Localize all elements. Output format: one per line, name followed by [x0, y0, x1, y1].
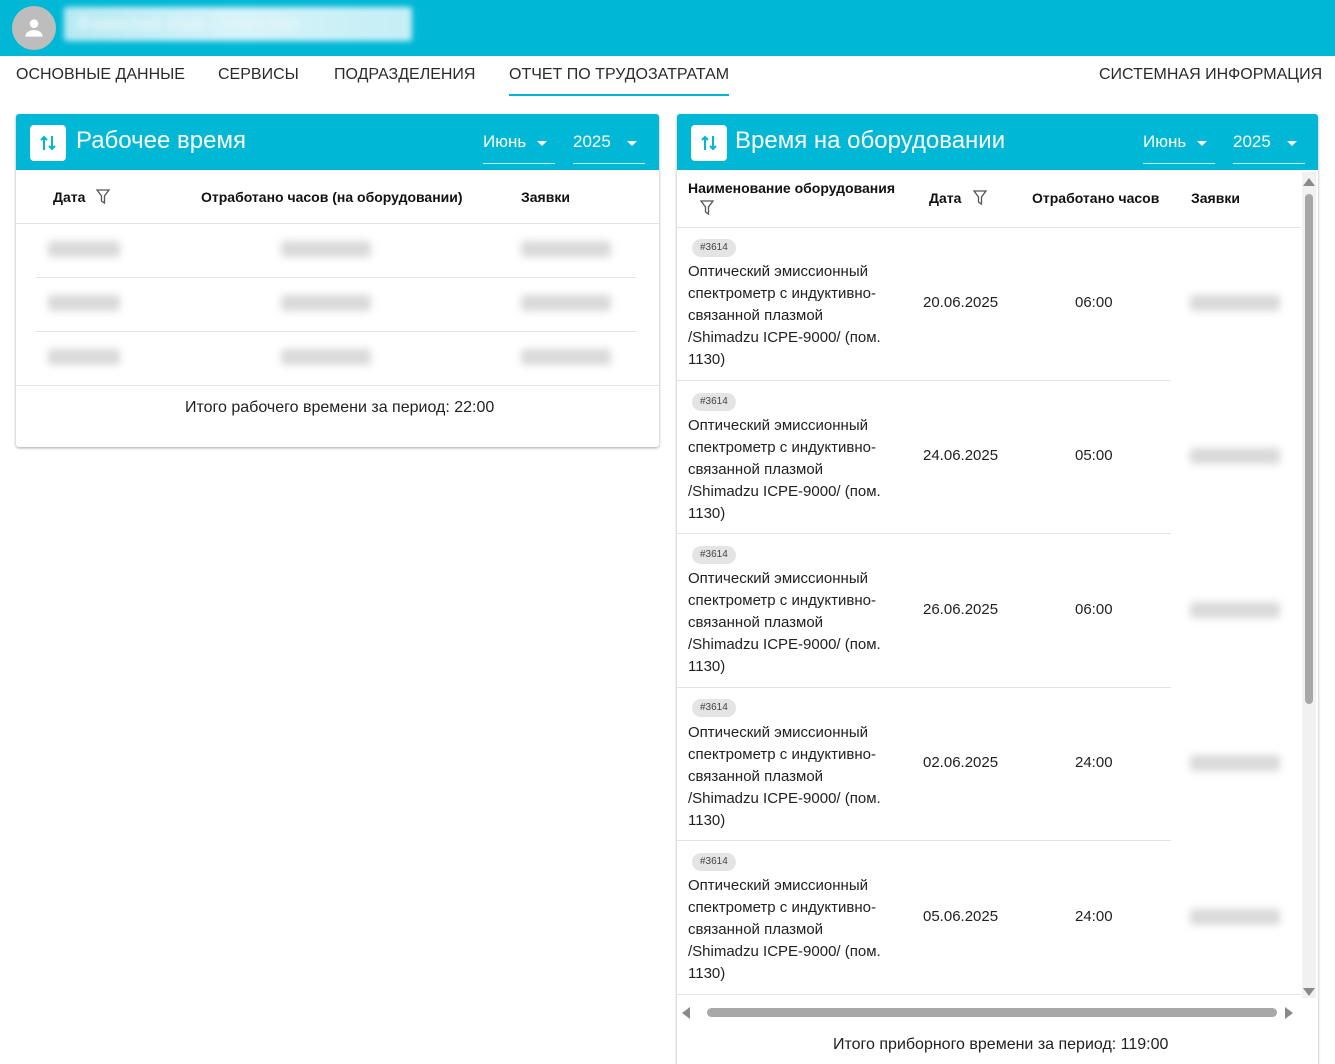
horizontal-scroll-thumb[interactable] — [707, 1008, 1277, 1017]
sort-arrows-icon — [701, 135, 717, 151]
vertical-scrollbar[interactable] — [1302, 172, 1316, 998]
equipment-time-card: Время на оборудовании Июнь 2025 Наименов… — [677, 114, 1318, 1064]
request-chip[interactable]: #3614 — [692, 853, 736, 871]
column-header-date[interactable]: Дата — [53, 189, 85, 205]
row-divider — [677, 687, 1171, 688]
equipment-name: Оптический эмиссионный спектрометр с инд… — [688, 877, 881, 982]
request-chip[interactable]: #3614 — [692, 393, 736, 411]
work-time-header: Рабочее время Июнь 2025 — [16, 114, 659, 170]
redacted-cell — [281, 241, 371, 257]
row-hours: 05:00 — [1075, 447, 1113, 464]
redacted-cell — [1190, 448, 1280, 464]
row-divider — [36, 277, 636, 278]
tab-labor-report[interactable]: ОТЧЕТ ПО ТРУДОЗАТРАТАМ — [509, 66, 730, 96]
column-header-date[interactable]: Дата — [929, 190, 961, 206]
work-time-title: Рабочее время — [76, 127, 246, 154]
chevron-down-icon — [537, 141, 547, 146]
month-select[interactable]: Июнь — [483, 128, 555, 164]
redacted-cell — [1190, 295, 1280, 311]
row-divider — [677, 380, 1171, 381]
equipment-name: Оптический эмиссионный спектрометр с инд… — [688, 724, 881, 829]
row-date: 24.06.2025 — [923, 447, 999, 464]
row-divider — [677, 994, 1301, 995]
tab-services[interactable]: СЕРВИСЫ — [218, 66, 299, 96]
row-hours: 24:00 — [1075, 754, 1113, 771]
equipment-time-header: Время на оборудовании Июнь 2025 — [677, 114, 1318, 170]
equipment-name: Оптический эмиссионный спектрометр с инд… — [688, 570, 881, 675]
month-select[interactable]: Июнь — [1143, 128, 1215, 164]
request-chip[interactable]: #3614 — [692, 239, 736, 257]
row-divider — [36, 331, 636, 332]
tab-system-info[interactable]: СИСТЕМНАЯ ИНФОРМАЦИЯ — [1099, 66, 1322, 96]
top-app-bar: Фамилия Имя Отчество — [0, 0, 1335, 56]
row-date: 20.06.2025 — [923, 294, 999, 311]
row-divider — [677, 840, 1171, 841]
redacted-cell — [1190, 909, 1280, 925]
row-hours: 06:00 — [1075, 601, 1113, 618]
month-value: Июнь — [1143, 132, 1187, 151]
sort-button[interactable] — [30, 125, 66, 161]
year-value: 2025 — [1233, 132, 1271, 151]
row-date: 05.06.2025 — [923, 908, 999, 925]
scroll-left-arrow-icon[interactable] — [682, 1007, 690, 1019]
redacted-cell — [48, 241, 120, 257]
column-header-requests: Заявки — [521, 189, 570, 205]
year-select[interactable]: 2025 — [573, 128, 645, 164]
row-hours: 24:00 — [1075, 908, 1113, 925]
user-name: Фамилия Имя Отчество — [64, 7, 412, 41]
redacted-cell — [48, 349, 120, 365]
redacted-cell — [1190, 602, 1280, 618]
column-header-hours: Отработано часов — [1032, 190, 1160, 206]
equipment-name: Оптический эмиссионный спектрометр с инд… — [688, 263, 881, 368]
person-icon — [25, 19, 43, 37]
row-date: 02.06.2025 — [923, 754, 999, 771]
equipment-time-title: Время на оборудовании — [735, 127, 1006, 154]
scroll-right-arrow-icon[interactable] — [1285, 1007, 1293, 1019]
request-chip[interactable]: #3614 — [692, 699, 736, 717]
sort-arrows-icon — [40, 135, 56, 151]
row-divider — [677, 533, 1171, 534]
year-select[interactable]: 2025 — [1233, 128, 1305, 164]
row-hours: 06:00 — [1075, 294, 1113, 311]
chevron-down-icon — [1197, 141, 1207, 146]
column-header-requests: Заявки — [1191, 190, 1240, 206]
redacted-cell — [521, 349, 611, 365]
filter-icon[interactable] — [700, 200, 714, 216]
redacted-cell — [48, 295, 120, 311]
row-date: 26.06.2025 — [923, 601, 999, 618]
header-divider — [16, 223, 659, 224]
column-header-equipment: Наименование оборудования — [688, 180, 896, 196]
redacted-cell — [521, 241, 611, 257]
work-time-total: Итого рабочего времени за период: 22:00 — [185, 399, 495, 416]
chevron-down-icon — [1287, 141, 1297, 146]
chevron-down-icon — [627, 141, 637, 146]
filter-icon[interactable] — [973, 190, 987, 206]
tab-main-data[interactable]: ОСНОВНЫЕ ДАННЫЕ — [16, 66, 185, 96]
vertical-scroll-thumb[interactable] — [1305, 194, 1313, 704]
month-value: Июнь — [483, 132, 527, 151]
redacted-cell — [281, 295, 371, 311]
header-divider — [677, 227, 1301, 228]
redacted-cell — [1190, 755, 1280, 771]
tab-departments[interactable]: ПОДРАЗДЕЛЕНИЯ — [334, 66, 475, 96]
filter-icon[interactable] — [96, 189, 110, 205]
user-avatar[interactable] — [12, 6, 56, 50]
work-time-card: Рабочее время Июнь 2025 Дата Отработано … — [16, 114, 659, 447]
horizontal-scrollbar[interactable] — [677, 998, 1301, 1028]
equipment-name: Оптический эмиссионный спектрометр с инд… — [688, 417, 881, 522]
scroll-up-arrow-icon[interactable] — [1303, 178, 1315, 186]
main-nav: ОСНОВНЫЕ ДАННЫЕ СЕРВИСЫ ПОДРАЗДЕЛЕНИЯ ОТ… — [0, 56, 1335, 96]
redacted-cell — [281, 349, 371, 365]
column-header-hours: Отработано часов (на оборудовании) — [201, 189, 463, 205]
row-divider — [16, 385, 659, 386]
request-chip[interactable]: #3614 — [692, 546, 736, 564]
scroll-down-arrow-icon[interactable] — [1303, 988, 1315, 996]
sort-button[interactable] — [691, 125, 727, 161]
year-value: 2025 — [573, 132, 611, 151]
redacted-cell — [521, 295, 611, 311]
equipment-time-total: Итого приборного времени за период: 119:… — [833, 1036, 1169, 1053]
